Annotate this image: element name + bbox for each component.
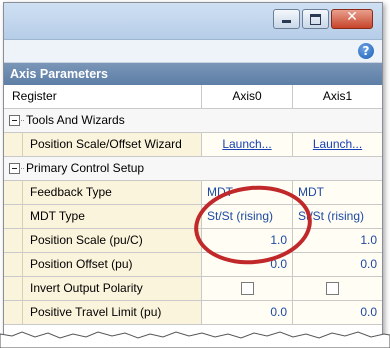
grid-header-row: Register Axis0 Axis1 [4, 85, 382, 109]
panel-title: Axis Parameters [4, 63, 382, 85]
property-row: Position Scale (pu/C) 1.0 1.0 [4, 229, 382, 253]
invert-polarity-cell-axis1 [293, 277, 382, 300]
launch-wizard-link-axis0[interactable]: Launch... [202, 133, 293, 156]
property-label: Invert Output Polarity [4, 277, 202, 300]
property-label: Position Scale/Offset Wizard [4, 133, 202, 156]
torn-edge [0, 331, 390, 348]
help-toolbar: ? [4, 40, 382, 63]
launch-wizard-link-axis1[interactable]: Launch... [293, 133, 382, 156]
property-label: Positive Travel Limit (pu) [4, 301, 202, 324]
property-grid: Register Axis0 Axis1 Tools And Wizards P… [4, 85, 382, 325]
invert-polarity-checkbox-axis1[interactable] [326, 282, 339, 295]
positive-travel-limit-axis1[interactable]: 0.0 [293, 301, 382, 324]
invert-polarity-cell-axis0 [202, 277, 293, 300]
group-label: Primary Control Setup [26, 161, 145, 175]
property-row: Invert Output Polarity [4, 277, 382, 301]
minimize-icon [282, 20, 291, 23]
property-label: Position Scale (pu/C) [4, 229, 202, 252]
property-label: MDT Type [4, 205, 202, 228]
help-icon[interactable]: ? [358, 43, 374, 59]
title-bar: ✕ [4, 3, 382, 40]
invert-polarity-checkbox-axis0[interactable] [241, 282, 254, 295]
minimize-button[interactable] [273, 9, 300, 29]
positive-travel-limit-axis0[interactable]: 0.0 [202, 301, 293, 324]
group-row-primary-control[interactable]: Primary Control Setup [4, 157, 382, 181]
property-row: Feedback Type MDT MDT [4, 181, 382, 205]
close-button[interactable]: ✕ [331, 9, 373, 29]
column-header-axis0[interactable]: Axis0 [202, 85, 293, 108]
property-row: Position Offset (pu) 0.0 0.0 [4, 253, 382, 277]
property-label: Position Offset (pu) [4, 253, 202, 276]
column-header-axis1[interactable]: Axis1 [293, 85, 382, 108]
window-controls: ✕ [271, 9, 373, 29]
feedback-type-axis1[interactable]: MDT [293, 181, 382, 204]
column-header-register[interactable]: Register [4, 85, 202, 108]
close-icon: ✕ [346, 9, 358, 25]
property-label: Feedback Type [4, 181, 202, 204]
group-label: Tools And Wizards [26, 113, 125, 127]
maximize-icon [310, 14, 321, 25]
axis-parameters-window: ✕ ? Axis Parameters Register Axis0 Axis1… [3, 2, 383, 342]
group-row-tools[interactable]: Tools And Wizards [4, 109, 382, 133]
maximize-button[interactable] [302, 9, 329, 29]
position-offset-axis1[interactable]: 0.0 [293, 253, 382, 276]
property-row: Position Scale/Offset Wizard Launch... L… [4, 133, 382, 157]
property-row: MDT Type St/St (rising) St/St (rising) [4, 205, 382, 229]
